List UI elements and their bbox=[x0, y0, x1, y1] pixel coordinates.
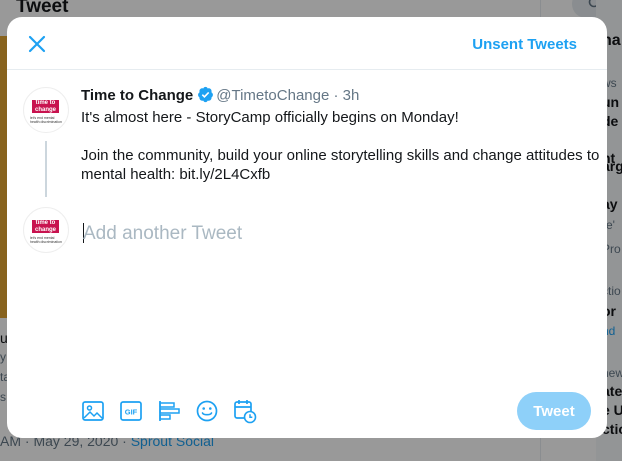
tweet-paragraph: Join the community, build your online st… bbox=[81, 147, 600, 183]
emoji-icon[interactable] bbox=[195, 397, 219, 425]
gif-icon[interactable]: GIF bbox=[119, 397, 143, 425]
gif-icon-label: GIF bbox=[125, 408, 138, 417]
separator-dot: · bbox=[333, 87, 339, 104]
thread-connector-line bbox=[45, 141, 47, 197]
tweet-timestamp[interactable]: 3h bbox=[343, 87, 360, 104]
poll-icon[interactable] bbox=[157, 397, 181, 425]
image-icon[interactable] bbox=[81, 397, 105, 425]
logo-line: change bbox=[34, 106, 56, 113]
schedule-icon[interactable] bbox=[233, 397, 257, 425]
tweet-text: It's almost here - StoryCamp officially … bbox=[81, 108, 601, 203]
brand-logo-text: time to change bbox=[32, 220, 59, 233]
logo-line: time to bbox=[35, 220, 56, 226]
avatar[interactable]: time to change let's end mental health d… bbox=[23, 87, 69, 133]
tweet-paragraph: It's almost here - StoryCamp officially … bbox=[81, 109, 459, 126]
tweet-header: Time to Change @TimetoChange · 3h bbox=[81, 86, 359, 104]
author-name[interactable]: Time to Change bbox=[81, 87, 193, 104]
brand-tagline: let's end mental health discrimination bbox=[30, 116, 62, 124]
close-icon[interactable] bbox=[23, 30, 51, 58]
compose-avatar[interactable]: time to change let's end mental health d… bbox=[23, 207, 69, 253]
tweet-button[interactable]: Tweet bbox=[517, 392, 591, 430]
unsent-tweets-button[interactable]: Unsent Tweets bbox=[472, 36, 577, 53]
compose-tweet-input[interactable] bbox=[83, 221, 563, 247]
brand-tagline: let's end mental health discrimination bbox=[30, 236, 62, 244]
modal-header: Unsent Tweets bbox=[7, 17, 607, 70]
logo-line: change bbox=[34, 226, 56, 233]
brand-logo-text: time to change bbox=[32, 100, 59, 113]
compose-thread-modal: Unsent Tweets time to change let's end m… bbox=[7, 17, 607, 438]
logo-line: time to bbox=[35, 100, 56, 106]
author-handle[interactable]: @TimetoChange bbox=[216, 87, 329, 104]
verified-badge-icon bbox=[198, 86, 214, 103]
